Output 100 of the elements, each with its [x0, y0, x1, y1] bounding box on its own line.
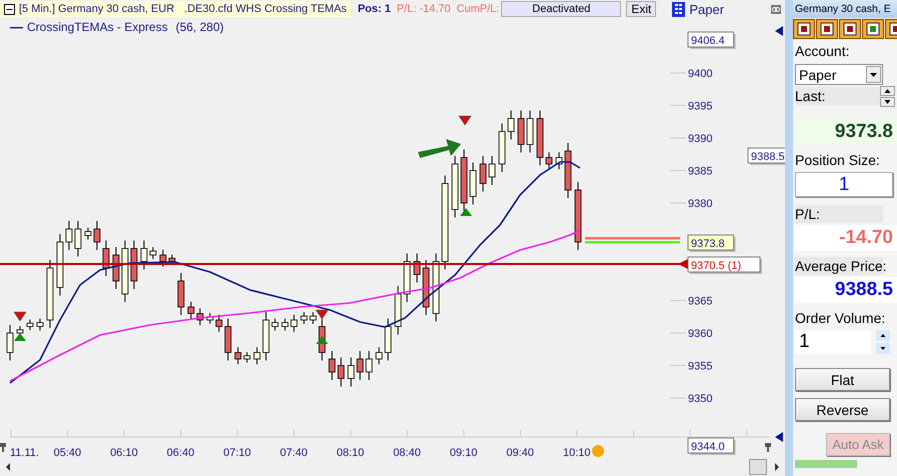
candlestick: [36, 318, 44, 331]
scroll-thumb[interactable]: [749, 459, 767, 475]
order-volume-field[interactable]: 1: [795, 330, 871, 354]
pl-label: P/L:: [795, 205, 883, 223]
indicator-name: CrossingTEMAs - Express: [27, 20, 168, 34]
candlestick: [526, 110, 534, 153]
time-axis-label: 08:10: [336, 447, 364, 458]
scroll-right-icon[interactable]: [775, 463, 779, 471]
price-tick-label: 9385: [688, 166, 712, 178]
candlestick: [356, 350, 364, 380]
time-axis-label: 06:40: [166, 447, 194, 458]
time-axis-label: 06:10: [110, 447, 138, 458]
candlestick: [196, 308, 204, 326]
dropdown-caret-icon: [866, 66, 881, 83]
panel-title: Germany 30 cash, E: [793, 0, 897, 18]
account-name: Paper: [689, 2, 724, 16]
spin-up-icon[interactable]: [876, 330, 890, 341]
scroll-marker-icon: [775, 432, 783, 442]
candlestick: [112, 246, 120, 290]
candlestick: [84, 227, 92, 240]
candlestick: [328, 350, 336, 380]
price-tick-label: 9350: [688, 393, 712, 405]
pin-icon[interactable]: [0, 443, 6, 452]
buy-signal-icon: [14, 333, 26, 341]
indicator-params: (56, 280): [176, 20, 224, 34]
toolbar-icon[interactable]: [816, 19, 838, 39]
account-label: Account:: [795, 42, 850, 60]
candlestick: [244, 352, 250, 364]
candlestick: [102, 240, 110, 276]
candlestick: [234, 346, 242, 365]
toolbar-icon[interactable]: [793, 19, 815, 39]
candlestick: [224, 318, 232, 361]
candlestick: [470, 162, 476, 205]
candlestick: [122, 240, 128, 302]
order-button[interactable]: Reverse: [795, 398, 890, 421]
buy-signal-icon: [316, 336, 328, 344]
high-price-flag: 9406.4: [688, 32, 736, 49]
price-tick-label: 9365: [688, 296, 712, 308]
candlestick: [384, 318, 392, 361]
time-axis-label: 09:40: [506, 447, 534, 458]
candlestick: [140, 240, 148, 270]
account-dropdown[interactable]: Paper: [795, 64, 883, 85]
candlestick: [188, 301, 194, 320]
entry-marker-icon: [678, 259, 688, 269]
candlestick: [414, 253, 420, 283]
average-price-label: Average Price:: [795, 257, 883, 275]
position-size-label: Position Size:: [795, 151, 881, 169]
arrow-icon: [418, 139, 461, 158]
pl-label: P/L: -14.70: [396, 3, 451, 15]
spin-down-icon[interactable]: [876, 343, 890, 354]
candlestick: [422, 260, 430, 316]
position-label: Pos: 1: [358, 3, 391, 15]
candlestick: [272, 318, 278, 331]
last-price-value: 9373.8: [795, 119, 897, 145]
candlestick: [518, 110, 524, 153]
position-size-field[interactable]: 1: [795, 172, 893, 197]
candlestick: [366, 350, 372, 380]
candlestick: [300, 312, 308, 324]
order-button[interactable]: Flat: [795, 368, 890, 391]
price-tick-label: 9390: [688, 133, 712, 145]
strategy-status-field: Deactivated: [501, 1, 622, 17]
candlestick: [26, 319, 34, 331]
toolbar-icon[interactable]: [862, 19, 884, 39]
sell-signal-icon: [315, 310, 329, 320]
chain-icon[interactable]: [771, 4, 781, 14]
exit-button[interactable]: Exit: [626, 1, 656, 17]
average-price-value: 9388.5: [795, 277, 897, 303]
pl-value: -14.70: [795, 225, 897, 251]
candlestick: [432, 253, 440, 322]
candlestick: [130, 240, 138, 290]
candlestick: [74, 220, 82, 257]
candlestick: [178, 272, 184, 316]
candlestick: [536, 110, 544, 166]
price-tick-label: 9360: [688, 328, 712, 340]
candlestick: [150, 246, 156, 260]
scroll-down-icon[interactable]: [880, 97, 895, 107]
time-axis-label: 11.11.: [10, 447, 39, 458]
last-label: Last:: [795, 87, 883, 105]
candlestick: [404, 253, 410, 302]
time-axis-label: 09:10: [450, 447, 478, 458]
candlestick: [56, 234, 64, 296]
candlestick: [290, 314, 298, 332]
scroll-marker-icon: [775, 26, 783, 36]
toolbar-icon[interactable]: [839, 19, 861, 39]
grid-icon[interactable]: [672, 2, 686, 16]
pin-icon[interactable]: [765, 443, 771, 452]
candlestick: [574, 182, 582, 250]
candlestick: [6, 324, 14, 361]
price-tick-label: 9380: [688, 198, 712, 210]
candlestick: [460, 149, 468, 212]
scroll-left-icon[interactable]: [6, 463, 10, 471]
candlestick: [452, 156, 458, 218]
sell-signal-icon: [458, 116, 472, 126]
legend-line-icon: [10, 26, 23, 28]
scroll-up-icon[interactable]: [880, 86, 895, 96]
candlestick: [488, 156, 496, 186]
candlestick: [160, 249, 166, 268]
last-price-flag: 9373.8: [688, 234, 736, 252]
time-axis-label: 08:40: [393, 447, 421, 458]
collapse-icon[interactable]: [4, 4, 15, 14]
